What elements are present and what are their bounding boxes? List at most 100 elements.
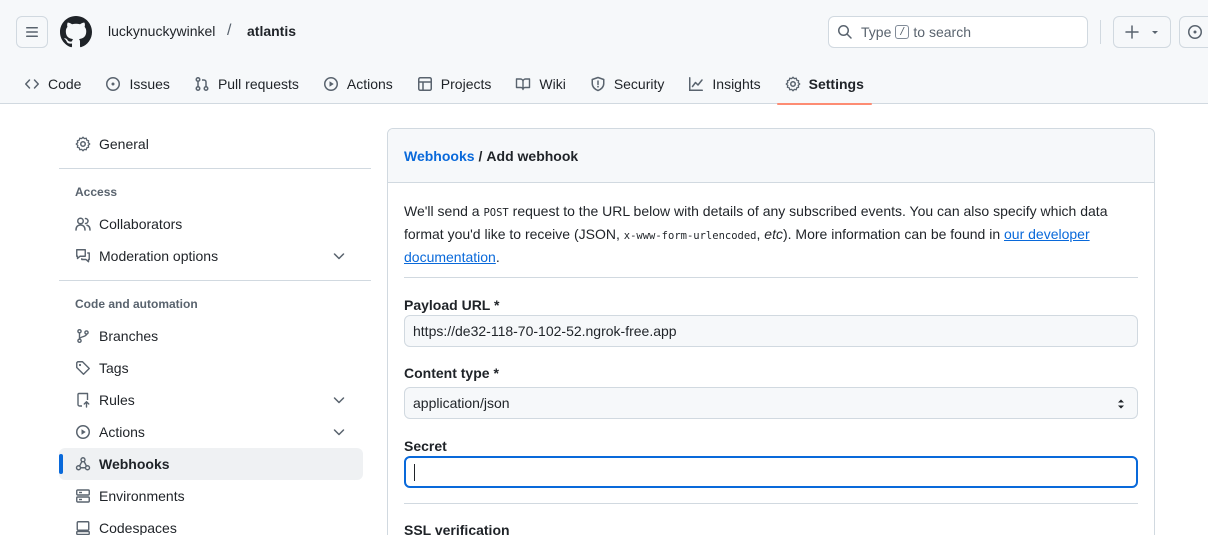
tab-label: Actions (346, 76, 393, 92)
sidebar-item-tags[interactable]: Tags (59, 352, 363, 384)
sidebar-item-codespaces[interactable]: Codespaces (59, 512, 363, 535)
tab-insights[interactable]: Insights (680, 64, 768, 104)
header-divider (1100, 20, 1101, 44)
secret-input[interactable] (404, 456, 1138, 488)
text-caret (414, 464, 415, 481)
add-webhook-panel: Webhooks / Add webhook We'll send a POST… (387, 128, 1155, 535)
intro-code-post: POST (483, 207, 509, 219)
play-icon (76, 425, 90, 439)
ssl-verification-label: SSL verification (404, 522, 510, 535)
sidebar-item-label: Rules (99, 392, 135, 408)
play-icon (323, 77, 338, 91)
issue-opened-icon (1188, 25, 1202, 39)
server-icon (76, 489, 90, 503)
sidebar-item-label: Environments (99, 488, 185, 504)
webhooks-breadcrumb-link[interactable]: Webhooks (404, 148, 475, 164)
content-type-value: application/json (413, 395, 510, 411)
sidebar-divider (59, 168, 371, 169)
chevron-down-icon[interactable] (331, 424, 347, 440)
tab-issues[interactable]: Issues (97, 64, 177, 104)
panel-breadcrumb: Webhooks / Add webhook (388, 129, 1154, 183)
tab-code[interactable]: Code (16, 64, 89, 104)
github-logo-icon[interactable] (60, 16, 92, 48)
tab-wiki[interactable]: Wiki (507, 64, 573, 104)
tab-settings[interactable]: Settings (776, 64, 873, 105)
search-icon (838, 25, 852, 39)
repo-link[interactable]: atlantis (247, 23, 296, 39)
tab-label: Issues (129, 76, 170, 92)
sidebar-heading-code-automation: Code and automation (75, 297, 198, 311)
sidebar-item-environments[interactable]: Environments (59, 480, 363, 512)
secret-label: Secret (404, 438, 447, 454)
sidebar-item-label: Codespaces (99, 520, 177, 535)
create-new-button[interactable] (1113, 16, 1171, 48)
repo-nav-tabs: Code Issues Pull requests Actions Projec… (16, 64, 880, 105)
sidebar-item-label: Collaborators (99, 216, 183, 232)
sidebar-item-webhooks[interactable]: Webhooks (59, 448, 363, 480)
tab-label: Code (48, 76, 82, 92)
webhook-icon (75, 457, 91, 471)
sidebar-item-general[interactable]: General (59, 128, 363, 160)
codespaces-icon (76, 521, 90, 535)
page-title: Add webhook (486, 147, 579, 164)
menu-button[interactable] (16, 16, 48, 48)
shield-icon (591, 76, 605, 92)
git-branch-icon (77, 328, 89, 344)
tag-icon (76, 361, 90, 375)
sidebar-item-rules[interactable]: Rules (59, 384, 363, 416)
select-arrows-icon (1118, 399, 1124, 409)
gear-icon (785, 76, 801, 92)
comment-discussion-icon (76, 249, 90, 263)
triangle-down-icon (1152, 31, 1158, 34)
tab-label: Insights (712, 76, 761, 92)
sidebar-item-moderation-options[interactable]: Moderation options (59, 240, 363, 272)
table-icon (417, 77, 432, 91)
sidebar-item-label: Tags (99, 360, 129, 376)
intro-text: We'll send a POST request to the URL bel… (404, 201, 1134, 268)
sidebar-item-branches[interactable]: Branches (59, 320, 363, 352)
intro-part: We'll send a (404, 203, 484, 219)
intro-part: . (495, 249, 500, 265)
payload-url-input[interactable]: https://de32-118-70-102-52.ngrok-free.ap… (404, 315, 1138, 347)
sidebar-item-actions[interactable]: Actions (59, 416, 363, 448)
plus-icon (1125, 25, 1139, 39)
sidebar-heading-access: Access (75, 185, 118, 199)
chevron-down-icon[interactable] (331, 248, 347, 264)
gear-icon (75, 136, 91, 152)
people-icon (75, 217, 91, 231)
sidebar-divider (59, 280, 371, 281)
sidebar-item-label: Actions (99, 424, 145, 440)
tab-label: Security (613, 76, 665, 92)
tab-projects[interactable]: Projects (409, 64, 500, 104)
search-shortcut-key: / (895, 25, 910, 39)
form-divider (404, 503, 1138, 504)
tab-label: Settings (808, 76, 864, 92)
owner-link[interactable]: luckynuckywinkel (108, 23, 215, 39)
search-input[interactable]: Type / to search (828, 16, 1088, 48)
book-icon (516, 78, 531, 91)
tab-pull-requests[interactable]: Pull requests (186, 64, 307, 104)
intro-etc: etc (764, 226, 783, 242)
sidebar-item-collaborators[interactable]: Collaborators (59, 208, 363, 240)
tab-label: Projects (440, 76, 492, 92)
repo-push-icon (77, 392, 90, 408)
tab-actions[interactable]: Actions (315, 64, 401, 104)
form-divider (404, 277, 1138, 278)
issues-button[interactable] (1179, 16, 1208, 48)
hamburger-icon (26, 27, 38, 37)
payload-url-value: https://de32-118-70-102-52.ngrok-free.ap… (413, 323, 677, 339)
search-suffix: to search (913, 24, 971, 40)
search-prefix: Type (861, 24, 892, 40)
sidebar-item-label: Moderation options (99, 248, 219, 264)
sidebar-item-label: Webhooks (99, 456, 170, 472)
content-type-select[interactable]: application/json (404, 387, 1138, 419)
content-type-label: Content type * (404, 365, 499, 381)
tab-security[interactable]: Security (582, 64, 673, 104)
app-header: luckynuckywinkel / atlantis Type / to se… (0, 0, 1208, 105)
sidebar-item-label: General (99, 136, 149, 152)
breadcrumb-separator: / (227, 22, 232, 39)
issue-opened-icon (106, 77, 121, 91)
chevron-down-icon[interactable] (331, 392, 347, 408)
graph-icon (689, 77, 704, 91)
breadcrumb-separator: / (478, 147, 483, 164)
